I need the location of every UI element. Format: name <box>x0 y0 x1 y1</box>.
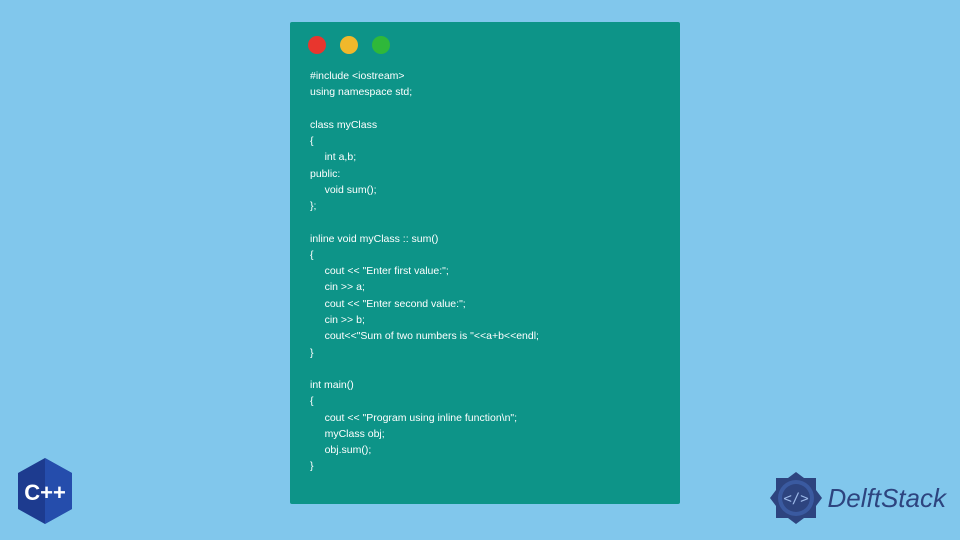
cpp-badge-icon: C++ <box>14 456 76 526</box>
cpp-badge-label: C++ <box>24 480 66 505</box>
code-window: #include <iostream> using namespace std;… <box>290 22 680 504</box>
window-traffic-lights <box>290 22 680 62</box>
maximize-icon <box>372 36 390 54</box>
brand-logo: </> DelftStack <box>768 470 947 526</box>
brand-seal-icon: </> <box>768 470 824 526</box>
svg-text:</>: </> <box>783 491 808 507</box>
brand-name: DelftStack <box>828 483 947 514</box>
close-icon <box>308 36 326 54</box>
code-content: #include <iostream> using namespace std;… <box>290 62 680 491</box>
minimize-icon <box>340 36 358 54</box>
